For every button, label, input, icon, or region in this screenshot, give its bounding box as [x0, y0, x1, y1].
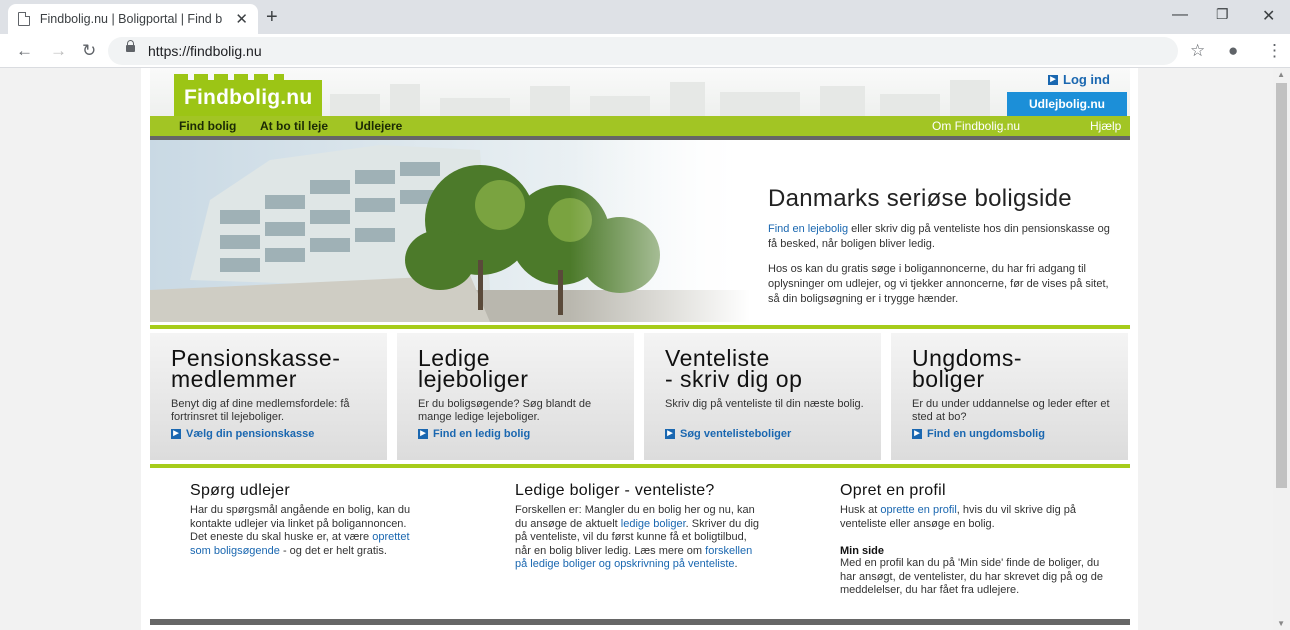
col-opret-profil: Opret en profil Husk at oprette en profi…: [840, 482, 1108, 598]
hero-building-image: [150, 140, 750, 322]
tile-ledige-lejeboliger[interactable]: Ledige lejeboliger Er du boligsøgende? Sø…: [397, 333, 634, 460]
col-text: Husk at oprette en profil, hvis du vil s…: [840, 504, 1077, 530]
nav-udlejere[interactable]: Udlejere: [355, 119, 402, 133]
arrow-icon: ▶: [1048, 74, 1058, 85]
col-text: Med en profil kan du på 'Min side' finde…: [840, 557, 1103, 596]
url-text: https://findbolig.nu: [148, 43, 262, 59]
tile-title: Venteliste - skriv dig op: [665, 345, 803, 392]
arrow-icon: ▶: [912, 429, 922, 439]
omnibox[interactable]: https://findbolig.nu: [108, 37, 1178, 65]
min-side-heading: Min side: [840, 545, 885, 557]
hero-text-2: Hos os kan du gratis søge i boligannonce…: [768, 263, 1109, 305]
bookmark-star-icon[interactable]: ☆: [1190, 41, 1205, 61]
hero-text-1: Find en lejebolig eller skriv dig på ven…: [768, 223, 1110, 250]
tile-title: Ledige lejeboliger: [418, 345, 529, 392]
scroll-thumb[interactable]: [1276, 83, 1287, 488]
tile-link[interactable]: ▶ Find en ledig bolig: [418, 428, 530, 440]
col-text: Har du spørgsmål angående en bolig, kan …: [190, 504, 411, 530]
nav-hjaelp[interactable]: Hjælp: [1090, 119, 1121, 133]
close-window-icon[interactable]: ✕: [1262, 6, 1275, 26]
nav-om-findbolig[interactable]: Om Findbolig.nu: [932, 119, 1020, 133]
browser-tab[interactable]: Findbolig.nu | Boligportal | Find b ✕: [8, 4, 258, 34]
col-text: Det eneste du skal huske er, at være opr…: [190, 531, 410, 557]
account-icon[interactable]: ●: [1228, 41, 1238, 61]
close-tab-icon[interactable]: ✕: [235, 10, 248, 28]
scroll-down-icon[interactable]: ▼: [1277, 619, 1285, 628]
col-title: Spørg udlejer: [190, 482, 290, 499]
tile-pensionskasse[interactable]: Pensionskasse-medlemmer Benyt dig af din…: [150, 333, 387, 460]
scroll-up-icon[interactable]: ▲: [1277, 70, 1285, 79]
tile-ungdomsboliger[interactable]: Ungdoms-boliger Er du under uddannelse o…: [891, 333, 1128, 460]
tile-link[interactable]: ▶ Vælg din pensionskasse: [171, 428, 314, 440]
tile-text: Er du boligsøgende? Søg blandt de mange …: [418, 398, 592, 423]
main-nav: Find bolig At bo til leje Udlejere Om Fi…: [150, 116, 1130, 136]
tile-text: Benyt dig af dine medlemsfordele: få for…: [171, 398, 350, 423]
tile-text: Skriv dig på venteliste til din næste bo…: [665, 398, 864, 410]
tab-title: Findbolig.nu | Boligportal | Find b: [39, 12, 223, 26]
col-title: Opret en profil: [840, 482, 946, 499]
green-divider: [150, 325, 1130, 329]
col-title: Ledige boliger - venteliste?: [515, 482, 715, 499]
menu-icon[interactable]: ⋮: [1266, 41, 1283, 61]
page-icon: [18, 12, 30, 26]
arrow-icon: ▶: [665, 429, 675, 439]
restore-icon[interactable]: ❐: [1216, 6, 1229, 23]
browser-tabbar: Findbolig.nu | Boligportal | Find b ✕ + …: [0, 0, 1290, 34]
page-container: Findbolig.nu ▶ Log ind Udlejbolig.nu Fin…: [141, 68, 1138, 630]
footer-divider: [150, 619, 1130, 625]
opret-profil-link[interactable]: oprette en profil: [880, 504, 956, 516]
col-spoerg-udlejer: Spørg udlejer Har du spørgsmål angående …: [190, 482, 418, 558]
login-link[interactable]: ▶ Log ind: [1048, 72, 1110, 87]
find-lejebolig-link[interactable]: Find en lejebolig: [768, 223, 848, 235]
tile-title: Ungdoms-boliger: [912, 345, 1023, 392]
new-tab-icon[interactable]: +: [266, 6, 278, 29]
hero-section: Danmarks seriøse boligside Find en lejeb…: [150, 140, 1130, 322]
arrow-icon: ▶: [418, 429, 428, 439]
address-bar-row: ← → ↻ https://findbolig.nu ☆ ● ⋮: [0, 34, 1290, 68]
reload-icon[interactable]: ↻: [82, 41, 96, 61]
ledige-boliger-link[interactable]: ledige boliger: [621, 518, 686, 530]
site-header: Findbolig.nu ▶ Log ind Udlejbolig.nu: [150, 68, 1130, 116]
tile-venteliste[interactable]: Venteliste - skriv dig op Skriv dig på ve…: [644, 333, 881, 460]
tile-link[interactable]: ▶ Find en ungdomsbolig: [912, 428, 1045, 440]
back-icon[interactable]: ←: [16, 41, 33, 61]
tile-link[interactable]: ▶ Søg ventelisteboliger: [665, 428, 791, 440]
page-viewport: Findbolig.nu ▶ Log ind Udlejbolig.nu Fin…: [0, 68, 1290, 630]
udlejbolig-button[interactable]: Udlejbolig.nu: [1007, 92, 1127, 116]
tile-title: Pensionskasse-medlemmer: [171, 345, 341, 392]
green-divider: [150, 464, 1130, 468]
vertical-scrollbar[interactable]: ▲ ▼: [1273, 68, 1290, 630]
hero-title: Danmarks seriøse boligside: [768, 185, 1072, 212]
forward-icon[interactable]: →: [50, 41, 67, 61]
tile-text: Er du under uddannelse og leder efter et…: [912, 398, 1110, 423]
col-ledige-venteliste: Ledige boliger - venteliste? Forskellen …: [515, 482, 763, 572]
site-logo[interactable]: Findbolig.nu: [174, 80, 323, 116]
nav-at-bo-til-leje[interactable]: At bo til leje: [260, 119, 328, 133]
minimize-icon[interactable]: —: [1172, 6, 1188, 24]
nav-find-bolig[interactable]: Find bolig: [179, 119, 236, 133]
col-text: Forskellen er: Mangler du en bolig her o…: [515, 504, 760, 570]
lock-icon: [126, 40, 135, 52]
arrow-icon: ▶: [171, 429, 181, 439]
